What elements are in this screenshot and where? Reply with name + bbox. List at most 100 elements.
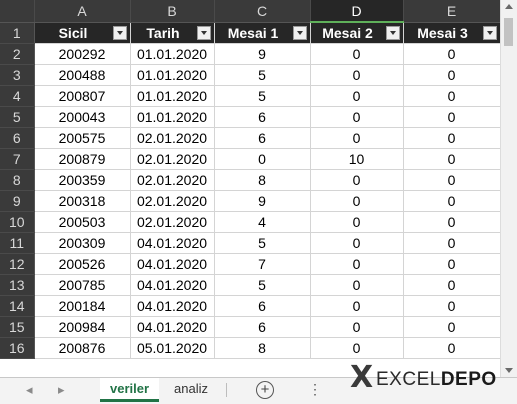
row-number[interactable]: 9 — [0, 190, 35, 212]
filter-dropdown-icon[interactable] — [196, 25, 211, 40]
more-options-icon[interactable]: ⋮ — [308, 381, 322, 398]
cell-mesai-3[interactable]: 0 — [403, 169, 501, 191]
cell-mesai-3[interactable]: 0 — [403, 232, 501, 254]
cell-tarih[interactable]: 01.01.2020 — [130, 85, 215, 107]
header-cell-mesai-3[interactable]: Mesai 3 — [403, 22, 501, 44]
next-sheet-icon[interactable]: ▸ — [58, 382, 65, 398]
cell-tarih[interactable]: 02.01.2020 — [130, 148, 215, 170]
cell-tarih[interactable]: 02.01.2020 — [130, 127, 215, 149]
cell-mesai-1[interactable]: 5 — [214, 232, 311, 254]
row-number[interactable]: 10 — [0, 211, 35, 233]
row-number[interactable]: 5 — [0, 106, 35, 128]
cell-mesai-3[interactable]: 0 — [403, 64, 501, 86]
cell-mesai-1[interactable]: 8 — [214, 337, 311, 359]
cell-mesai-3[interactable]: 0 — [403, 295, 501, 317]
cell-sicil[interactable]: 200488 — [34, 64, 131, 86]
cell-tarih[interactable]: 04.01.2020 — [130, 274, 215, 296]
row-number[interactable]: 8 — [0, 169, 35, 191]
select-all-corner[interactable] — [0, 0, 35, 23]
column-header-a[interactable]: A — [34, 0, 131, 23]
cell-mesai-2[interactable]: 0 — [310, 43, 404, 65]
column-header-b[interactable]: B — [130, 0, 215, 23]
cell-sicil[interactable]: 200184 — [34, 295, 131, 317]
cell-mesai-2[interactable]: 0 — [310, 64, 404, 86]
cell-tarih[interactable]: 04.01.2020 — [130, 232, 215, 254]
cell-mesai-1[interactable]: 6 — [214, 106, 311, 128]
cell-mesai-2[interactable]: 0 — [310, 211, 404, 233]
row-number[interactable]: 11 — [0, 232, 35, 254]
row-number[interactable]: 4 — [0, 85, 35, 107]
cell-mesai-1[interactable]: 6 — [214, 295, 311, 317]
cell-mesai-2[interactable]: 0 — [310, 169, 404, 191]
cell-mesai-3[interactable]: 0 — [403, 148, 501, 170]
scroll-thumb[interactable] — [504, 18, 513, 46]
row-number[interactable]: 14 — [0, 295, 35, 317]
filter-dropdown-icon[interactable] — [482, 25, 497, 40]
cell-tarih[interactable]: 04.01.2020 — [130, 316, 215, 338]
cell-mesai-1[interactable]: 0 — [214, 148, 311, 170]
cell-mesai-3[interactable]: 0 — [403, 274, 501, 296]
cell-sicil[interactable]: 200984 — [34, 316, 131, 338]
cell-sicil[interactable]: 200575 — [34, 127, 131, 149]
cell-mesai-1[interactable]: 6 — [214, 316, 311, 338]
cell-mesai-2[interactable]: 10 — [310, 148, 404, 170]
cell-mesai-1[interactable]: 9 — [214, 190, 311, 212]
cell-sicil[interactable]: 200807 — [34, 85, 131, 107]
row-number[interactable]: 6 — [0, 127, 35, 149]
cell-tarih[interactable]: 05.01.2020 — [130, 337, 215, 359]
cell-sicil[interactable]: 200309 — [34, 232, 131, 254]
cell-mesai-3[interactable]: 0 — [403, 43, 501, 65]
cell-sicil[interactable]: 200879 — [34, 148, 131, 170]
header-cell-mesai-1[interactable]: Mesai 1 — [214, 22, 311, 44]
vertical-scrollbar[interactable] — [500, 0, 517, 377]
header-cell-mesai-2[interactable]: Mesai 2 — [310, 22, 404, 44]
cell-sicil[interactable]: 200503 — [34, 211, 131, 233]
cell-mesai-3[interactable]: 0 — [403, 190, 501, 212]
cell-mesai-2[interactable]: 0 — [310, 127, 404, 149]
add-sheet-icon[interactable]: + — [256, 381, 274, 399]
header-cell-tarih[interactable]: Tarih — [130, 22, 215, 44]
cell-tarih[interactable]: 04.01.2020 — [130, 295, 215, 317]
cell-mesai-3[interactable]: 0 — [403, 106, 501, 128]
cell-tarih[interactable]: 01.01.2020 — [130, 64, 215, 86]
filter-dropdown-icon[interactable] — [385, 26, 400, 40]
prev-sheet-icon[interactable]: ◂ — [26, 382, 33, 398]
header-cell-sicil[interactable]: Sicil — [34, 22, 131, 44]
cell-tarih[interactable]: 04.01.2020 — [130, 253, 215, 275]
cell-mesai-2[interactable]: 0 — [310, 106, 404, 128]
cell-sicil[interactable]: 200876 — [34, 337, 131, 359]
column-header-d[interactable]: D — [310, 0, 404, 23]
cell-mesai-2[interactable]: 0 — [310, 274, 404, 296]
column-header-c[interactable]: C — [214, 0, 311, 23]
cell-mesai-3[interactable]: 0 — [403, 253, 501, 275]
cell-sicil[interactable]: 200785 — [34, 274, 131, 296]
cell-mesai-2[interactable]: 0 — [310, 190, 404, 212]
cell-tarih[interactable]: 02.01.2020 — [130, 169, 215, 191]
cell-tarih[interactable]: 01.01.2020 — [130, 106, 215, 128]
cell-mesai-2[interactable]: 0 — [310, 337, 404, 359]
cell-mesai-2[interactable]: 0 — [310, 295, 404, 317]
cell-mesai-3[interactable]: 0 — [403, 316, 501, 338]
cell-mesai-1[interactable]: 4 — [214, 211, 311, 233]
cell-mesai-3[interactable]: 0 — [403, 127, 501, 149]
cell-sicil[interactable]: 200043 — [34, 106, 131, 128]
filter-dropdown-icon[interactable] — [292, 25, 307, 40]
cell-mesai-3[interactable]: 0 — [403, 85, 501, 107]
cell-mesai-2[interactable]: 0 — [310, 253, 404, 275]
cell-mesai-1[interactable]: 6 — [214, 127, 311, 149]
cell-sicil[interactable]: 200526 — [34, 253, 131, 275]
cell-mesai-1[interactable]: 8 — [214, 169, 311, 191]
cell-mesai-1[interactable]: 7 — [214, 253, 311, 275]
cell-mesai-3[interactable]: 0 — [403, 337, 501, 359]
cell-sicil[interactable]: 200292 — [34, 43, 131, 65]
tab-analiz[interactable]: analiz — [164, 378, 218, 402]
cell-sicil[interactable]: 200318 — [34, 190, 131, 212]
cell-mesai-2[interactable]: 0 — [310, 232, 404, 254]
filter-dropdown-icon[interactable] — [112, 25, 127, 40]
cell-mesai-1[interactable]: 5 — [214, 85, 311, 107]
cell-mesai-3[interactable]: 0 — [403, 211, 501, 233]
cell-tarih[interactable]: 02.01.2020 — [130, 190, 215, 212]
row-number[interactable]: 16 — [0, 337, 35, 359]
tab-veriler[interactable]: veriler — [100, 378, 160, 402]
cell-mesai-1[interactable]: 5 — [214, 64, 311, 86]
